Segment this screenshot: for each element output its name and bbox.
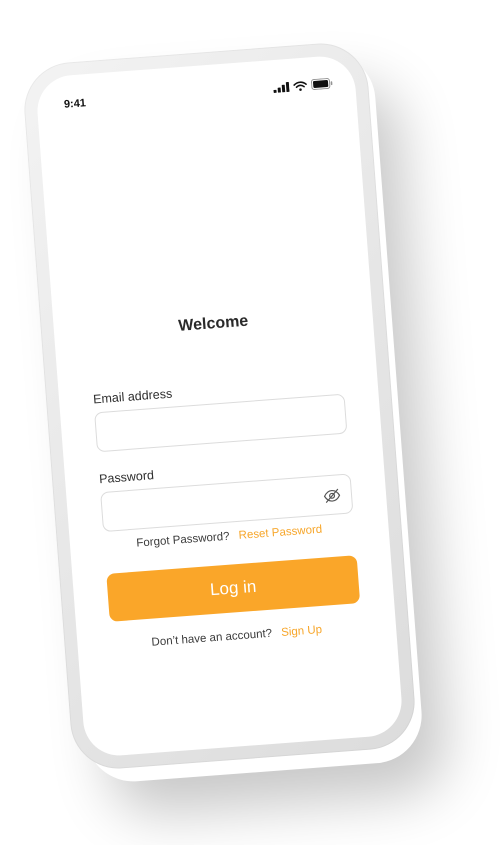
forgot-password-text: Forgot Password? — [135, 530, 230, 550]
eye-off-icon[interactable] — [322, 486, 341, 505]
no-account-text: Don’t have an account? — [151, 627, 273, 649]
email-label: Email address — [92, 386, 173, 407]
reset-password-link[interactable]: Reset Password — [238, 524, 322, 542]
phone-screen: 9:41 Welcome Email address Password Forg… — [34, 54, 405, 758]
login-form: Welcome Email address Password Forgot Pa… — [35, 54, 404, 758]
signup-row: Don’t have an account? Sign Up — [77, 618, 396, 654]
phone-device: 9:41 Welcome Email address Password Forg… — [20, 40, 419, 772]
login-button[interactable]: Log in — [106, 555, 361, 622]
stage: 9:41 Welcome Email address Password Forg… — [0, 0, 504, 845]
sign-up-link[interactable]: Sign Up — [281, 624, 323, 639]
password-label: Password — [98, 468, 155, 487]
page-title: Welcome — [177, 312, 249, 335]
